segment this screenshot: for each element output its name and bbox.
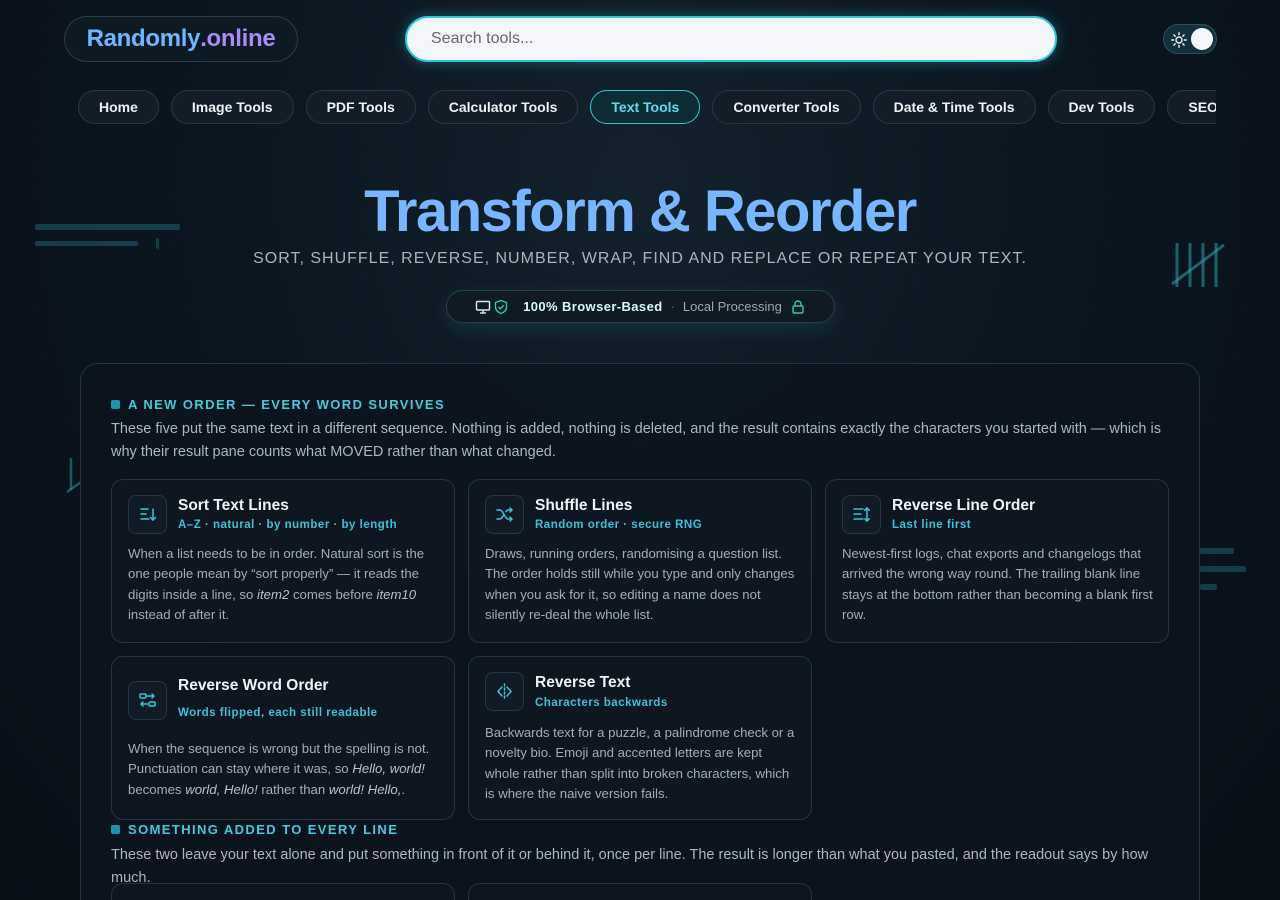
nav-item-image-tools[interactable]: Image Tools (170, 90, 294, 124)
tool-card-tagline: Words flipped, each still readable (178, 707, 378, 719)
example-text: item10 (376, 586, 417, 602)
site-logo[interactable]: Randomly .online (64, 16, 298, 62)
section-marker (111, 825, 120, 834)
tool-card[interactable] (468, 883, 812, 900)
description-text: instead of after it. (128, 606, 230, 622)
nav-item-text-tools[interactable]: Text Tools (590, 90, 701, 124)
sort-icon (128, 495, 167, 534)
tool-card-tagline: Characters backwards (535, 697, 668, 709)
tool-card-tagline: Random order · secure RNG (535, 519, 703, 531)
badge-separator: · (670, 299, 675, 314)
tool-card-tagline: Last line first (892, 519, 972, 531)
shuffle-icon (485, 495, 524, 534)
page-title: Transform & Reorder (364, 179, 917, 244)
tool-card-title: Reverse Text (535, 674, 631, 691)
tool-card-shuffle-lines[interactable]: Shuffle Lines Random order · secure RNG Dr… (468, 479, 812, 643)
tool-card[interactable] (111, 883, 455, 900)
section-marker (111, 400, 120, 409)
decor-line (1200, 548, 1234, 554)
tool-card-tagline: A–Z · natural · by number · by length (178, 519, 398, 531)
theme-toggle[interactable] (1163, 24, 1217, 54)
section-description: These five put the same text in a differ… (111, 421, 1161, 460)
privacy-badge: 100% Browser-Based · Local Processing (446, 290, 835, 323)
nav-item-date-time-tools[interactable]: Date & Time Tools (872, 90, 1036, 124)
nav-item-calculator-tools[interactable]: Calculator Tools (427, 90, 579, 124)
toggle-knob (1191, 28, 1213, 50)
description-text: comes before (289, 586, 377, 602)
tool-card-title: Reverse Word Order (178, 677, 329, 694)
nav-item-home[interactable]: Home (78, 90, 159, 124)
reverse-lines-icon (842, 495, 881, 534)
section-heading: SOMETHING ADDED TO EVERY LINE (111, 822, 398, 837)
decor-line (1200, 566, 1246, 572)
example-text: world! Hello, (328, 781, 402, 797)
example-text: item2 (257, 586, 290, 602)
tool-card-description: When the sequence is wrong but the spell… (128, 739, 440, 800)
tool-card-title: Reverse Line Order (892, 497, 1036, 514)
tool-card-description: Backwards text for a puzzle, a palindrom… (485, 723, 797, 804)
sun-icon (1171, 32, 1187, 48)
description-text: rather than (257, 781, 329, 797)
swap-words-icon (128, 681, 167, 720)
tool-card-sort-text-lines[interactable]: Sort Text Lines A–Z · natural · by number… (111, 479, 455, 643)
example-text: Hello, world! (352, 761, 425, 777)
tool-card-description: Newest-first logs, chat exports and chan… (842, 544, 1154, 625)
page-subtitle: SORT, SHUFFLE, REVERSE, NUMBER, WRAP, FI… (253, 250, 1027, 267)
tool-card-title: Shuffle Lines (535, 497, 633, 514)
tool-card-description: When a list needs to be in order. Natura… (128, 544, 440, 625)
logo-text-main: Randomly (86, 25, 201, 52)
nav-item-pdf-tools[interactable]: PDF Tools (305, 90, 416, 124)
tool-card-reverse-line-order[interactable]: Reverse Line Order Last line first Newest-… (825, 479, 1169, 643)
description-text: Draws, running orders, randomising a que… (485, 546, 795, 622)
category-nav: Home Image Tools PDF Tools Calculator Tools… (78, 90, 1216, 126)
lock-icon (792, 299, 804, 314)
tool-card-reverse-word-order[interactable]: Reverse Word Order Words flipped, each st… (111, 656, 455, 820)
shield-check-icon (494, 299, 508, 314)
monitor-icon (475, 300, 491, 314)
section-heading-text: SOMETHING ADDED TO EVERY LINE (128, 822, 399, 837)
nav-item-converter-tools[interactable]: Converter Tools (712, 90, 861, 124)
description-text: Newest-first logs, chat exports and chan… (842, 546, 1153, 622)
mirror-icon (485, 672, 524, 711)
example-text: world, Hello! (185, 781, 258, 797)
section-heading-text: A NEW ORDER — EVERY WORD SURVIVES (128, 397, 446, 412)
tool-card-title: Sort Text Lines (178, 497, 289, 514)
description-text: . (401, 781, 406, 797)
section-heading: A NEW ORDER — EVERY WORD SURVIVES (111, 397, 445, 412)
nav-item-dev-tools[interactable]: Dev Tools (1047, 90, 1156, 124)
tool-card-description: Draws, running orders, randomising a que… (485, 544, 797, 625)
badge-weak-text: Local Processing (682, 299, 782, 314)
description-text: Backwards text for a puzzle, a palindrom… (485, 725, 795, 801)
nav-item-seo[interactable]: SEO (1167, 90, 1216, 124)
logo-text-domain: .online (200, 25, 276, 52)
description-text: becomes (128, 781, 186, 797)
search-input[interactable] (405, 16, 1057, 62)
decor-line (1200, 584, 1217, 590)
badge-strong-text: 100% Browser-Based (523, 299, 663, 314)
tool-card-reverse-text[interactable]: Reverse Text Characters backwards Backward… (468, 656, 812, 820)
